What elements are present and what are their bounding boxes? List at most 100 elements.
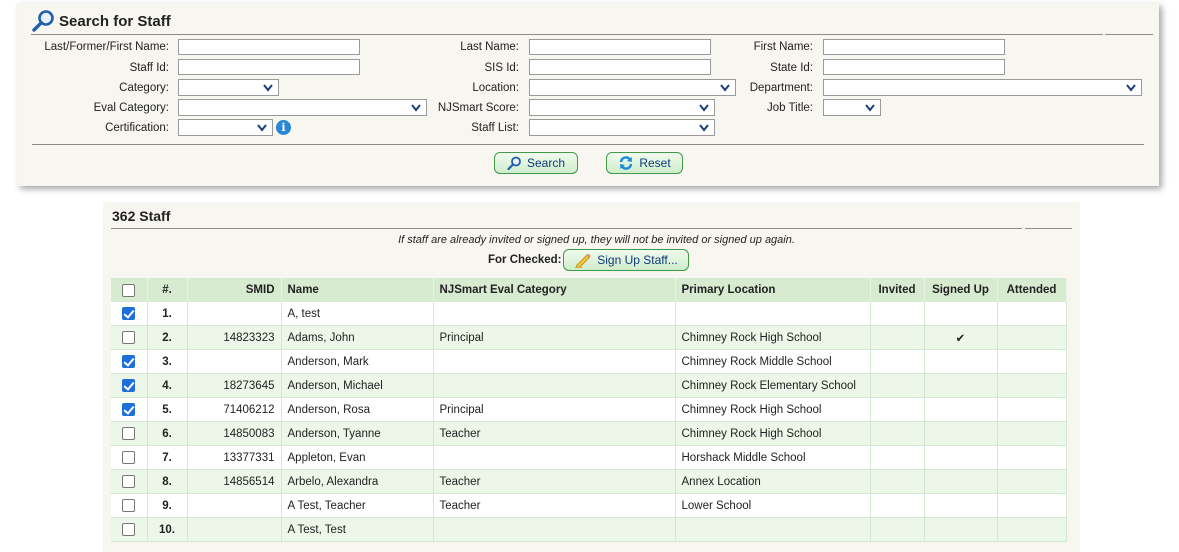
- magnifier-icon: [507, 156, 521, 170]
- row-attended: [997, 421, 1067, 446]
- row-eval-category: [433, 349, 676, 374]
- row-checkbox[interactable]: [122, 403, 136, 416]
- row-signed-up: [924, 445, 998, 470]
- row-select-cell: [111, 397, 148, 422]
- state-id-input[interactable]: [823, 59, 1005, 75]
- row-attended: [997, 517, 1067, 542]
- row-signed-up: [924, 493, 998, 518]
- magnifier-icon: [32, 10, 54, 32]
- last-name-input[interactable]: [529, 39, 711, 55]
- row-primary-location: Chimney Rock Middle School: [675, 349, 871, 374]
- last-name-label: Last Name:: [460, 41, 519, 53]
- row-primary-location: Chimney Rock Elementary School: [675, 373, 871, 398]
- row-invited: [870, 373, 925, 398]
- table-row: 10. A Test, Test: [111, 517, 1067, 542]
- column-header-attended[interactable]: Attended: [997, 278, 1067, 302]
- department-label: Department:: [749, 82, 813, 94]
- row-select-cell: [111, 493, 148, 518]
- row-eval-category: [433, 373, 676, 398]
- row-signed-up: [924, 373, 998, 398]
- row-name: Anderson, Mark: [281, 349, 434, 374]
- row-primary-location: Annex Location: [675, 469, 871, 494]
- row-checkbox[interactable]: [122, 499, 136, 512]
- staff-id-label: Staff Id:: [129, 62, 169, 74]
- row-attended: [997, 325, 1067, 350]
- row-eval-category: Teacher: [433, 421, 676, 446]
- row-select-cell: [111, 469, 148, 494]
- row-checkbox[interactable]: [122, 307, 136, 320]
- row-name: A Test, Test: [281, 517, 434, 542]
- department-select[interactable]: [823, 79, 1142, 96]
- eval-category-select[interactable]: [178, 99, 427, 116]
- row-select-cell: [111, 421, 148, 446]
- reset-button[interactable]: Reset: [606, 152, 683, 174]
- row-checkbox[interactable]: [122, 331, 136, 344]
- first-name-input[interactable]: [823, 39, 1005, 55]
- row-primary-location: Chimney Rock High School: [675, 421, 871, 446]
- table-row: 7. 13377331 Appleton, Evan Horshack Middle …: [111, 445, 1067, 470]
- results-count-title: 362 Staff: [112, 208, 171, 224]
- njsmart-score-label: NJSmart Score:: [437, 102, 519, 114]
- column-header-name[interactable]: Name: [281, 278, 434, 302]
- row-checkbox[interactable]: [122, 475, 136, 488]
- row-name: Anderson, Tyanne: [281, 421, 434, 446]
- column-header-signed-up[interactable]: Signed Up: [924, 278, 998, 302]
- row-checkbox[interactable]: [122, 355, 136, 368]
- row-primary-location: [675, 517, 871, 542]
- search-button[interactable]: Search: [494, 152, 578, 174]
- results-title-divider: [111, 228, 1022, 229]
- chevron-down-icon: [699, 124, 709, 132]
- njsmart-score-select[interactable]: [529, 99, 715, 116]
- chevron-down-icon: [1126, 84, 1136, 92]
- pencil-icon: [575, 253, 592, 268]
- last-former-first-name-label: Last/Former/First Name:: [44, 41, 169, 53]
- table-row: 4. 18273645 Anderson, Michael Chimney Rock …: [111, 373, 1067, 398]
- row-checkbox[interactable]: [122, 523, 136, 536]
- column-header-invited[interactable]: Invited: [870, 278, 925, 302]
- row-smid: 18273645: [187, 373, 282, 398]
- row-select-cell: [111, 373, 148, 398]
- row-eval-category: [433, 445, 676, 470]
- last-former-first-name-input[interactable]: [178, 39, 360, 55]
- results-title-divider-end: [1025, 228, 1072, 229]
- column-header-eval-category[interactable]: NJSmart Eval Category: [433, 278, 676, 302]
- row-number: 4.: [147, 373, 188, 398]
- row-primary-location: Chimney Rock High School: [675, 325, 871, 350]
- info-icon[interactable]: i: [276, 120, 291, 135]
- staff-list-select[interactable]: [529, 119, 715, 136]
- certification-label: Certification:: [105, 122, 169, 134]
- row-invited: [870, 397, 925, 422]
- certification-select[interactable]: [178, 119, 273, 136]
- sign-up-staff-button[interactable]: Sign Up Staff...: [563, 249, 689, 271]
- row-number: 1.: [147, 302, 188, 326]
- table-row: 9. A Test, Teacher Teacher Lower School: [111, 493, 1067, 518]
- row-smid: 71406212: [187, 397, 282, 422]
- table-row: 1. A, test: [111, 302, 1067, 326]
- row-checkbox[interactable]: [122, 379, 136, 392]
- row-attended: [997, 445, 1067, 470]
- sis-id-input[interactable]: [529, 59, 711, 75]
- category-select[interactable]: [178, 79, 279, 96]
- chevron-down-icon: [865, 104, 875, 112]
- row-eval-category: [433, 517, 676, 542]
- column-header-primary-location[interactable]: Primary Location: [675, 278, 871, 302]
- row-signed-up: [924, 397, 998, 422]
- row-number: 10.: [147, 517, 188, 542]
- row-checkbox[interactable]: [122, 427, 136, 440]
- row-number: 9.: [147, 493, 188, 518]
- row-invited: [870, 302, 925, 326]
- column-header-smid[interactable]: SMID: [187, 278, 282, 302]
- row-primary-location: Horshack Middle School: [675, 445, 871, 470]
- job-title-select[interactable]: [823, 99, 881, 116]
- row-checkbox[interactable]: [122, 451, 136, 464]
- first-name-label: First Name:: [753, 41, 813, 53]
- row-name: A, test: [281, 302, 434, 326]
- row-invited: [870, 493, 925, 518]
- row-attended: [997, 373, 1067, 398]
- row-attended: [997, 469, 1067, 494]
- column-header-number[interactable]: #.: [147, 278, 188, 302]
- row-select-cell: [111, 517, 148, 542]
- for-checked-label: For Checked:: [488, 254, 562, 266]
- staff-id-input[interactable]: [178, 59, 360, 75]
- select-all-checkbox[interactable]: [122, 283, 136, 297]
